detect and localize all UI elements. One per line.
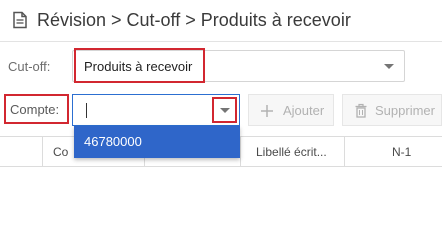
breadcrumb: Révision > Cut-off > Produits à recevoir <box>37 10 351 30</box>
cutoff-label: Cut-off: <box>8 59 51 74</box>
column-divider <box>42 137 43 166</box>
chevron-down-icon[interactable] <box>384 64 394 69</box>
delete-button[interactable]: Supprimer <box>342 94 442 126</box>
compte-dropdown-list: 46780000 <box>74 126 240 158</box>
trash-icon <box>355 103 367 118</box>
add-button[interactable]: Ajouter <box>248 94 334 126</box>
add-button-label: Ajouter <box>283 103 325 118</box>
plus-icon <box>261 105 273 117</box>
delete-button-label: Supprimer <box>375 103 435 118</box>
column-header[interactable]: Libellé écrit... <box>256 145 336 159</box>
compte-combobox[interactable] <box>72 94 240 126</box>
column-divider <box>240 137 241 166</box>
compte-dropdown-toggle[interactable] <box>212 97 237 123</box>
compte-label-highlight: Compte: <box>4 94 69 124</box>
column-divider <box>344 137 345 166</box>
document-icon <box>13 11 27 29</box>
dropdown-option[interactable]: 46780000 <box>84 134 142 149</box>
column-header[interactable]: Co <box>53 145 71 159</box>
text-cursor <box>86 103 87 118</box>
page-header: Révision > Cut-off > Produits à recevoir <box>0 0 442 42</box>
highlight-box-cutoff-value <box>74 48 205 83</box>
chevron-down-icon <box>220 108 230 113</box>
column-header[interactable]: N-1 <box>392 145 422 159</box>
compte-label: Compte: <box>10 102 60 117</box>
